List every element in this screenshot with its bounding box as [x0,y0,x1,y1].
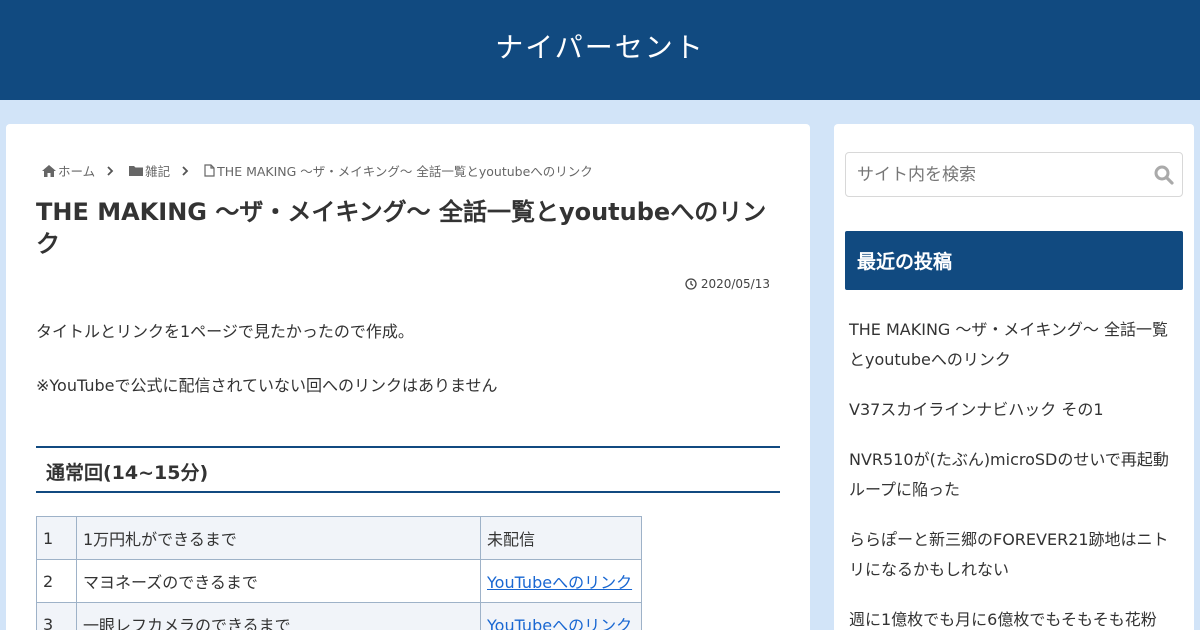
list-item: 週に1億枚でも月に6億枚でもそもそも花粉 [849,605,1183,630]
main-content: ホーム 雑記 THE MAKING 〜ザ・メイキング〜 全話一覧とyoutube… [6,124,810,630]
episode-title: 一眼レフカメラのできるまで [76,602,481,630]
table-row: 1 1万円札ができるまで 未配信 [36,516,642,560]
table-row: 2 マヨネーズのできるまで YouTubeへのリンク [36,559,642,603]
chevron-right-icon [107,165,116,176]
file-icon [204,164,215,177]
breadcrumb-current-label: THE MAKING 〜ザ・メイキング〜 全話一覧とyoutubeへのリンク [217,164,593,179]
sidebar: 最近の投稿 THE MAKING 〜ザ・メイキング〜 全話一覧とyoutubeへ… [834,124,1194,630]
list-item: NVR510が(たぶん)microSDのせいで再起動ループに陥った [849,445,1183,505]
recent-post-link[interactable]: V37スカイラインナビハック その1 [849,400,1104,419]
episode-title: 1万円札ができるまで [76,516,481,560]
clock-icon [685,278,697,290]
episode-table: 1 1万円札ができるまで 未配信 2 マヨネーズのできるまで YouTubeへの… [36,516,642,630]
folder-icon [129,166,144,176]
section-heading: 通常回(14~15分) [36,446,780,493]
episode-number: 3 [36,602,77,630]
article-title: THE MAKING 〜ザ・メイキング〜 全話一覧とyoutubeへのリンク [36,198,767,258]
search-icon[interactable] [1154,165,1174,189]
breadcrumb-home-label: ホーム [58,164,96,179]
site-header: ナイパーセント [0,0,1200,100]
breadcrumb: ホーム 雑記 THE MAKING 〜ザ・メイキング〜 全話一覧とyoutube… [42,161,593,180]
breadcrumb-current: THE MAKING 〜ザ・メイキング〜 全話一覧とyoutubeへのリンク [204,161,593,180]
table-row: 3 一眼レフカメラのできるまで YouTubeへのリンク [36,602,642,630]
recent-post-link[interactable]: THE MAKING 〜ザ・メイキング〜 全話一覧とyoutubeへのリンク [849,320,1168,369]
breadcrumb-home[interactable]: ホーム [42,161,95,180]
episode-status: 未配信 [480,516,642,560]
youtube-link[interactable]: YouTubeへのリンク [487,616,632,630]
home-icon [42,164,56,177]
recent-posts-title: 最近の投稿 [845,231,1183,290]
breadcrumb-category-label: 雑記 [145,164,171,179]
list-item: V37スカイラインナビハック その1 [849,395,1183,425]
recent-post-link[interactable]: 週に1億枚でも月に6億枚でもそもそも花粉 [849,610,1157,629]
list-item: THE MAKING 〜ザ・メイキング〜 全話一覧とyoutubeへのリンク [849,315,1183,375]
episode-number: 2 [36,559,77,603]
list-item: ららぽーと新三郷のFOREVER21跡地はニトリになるかもしれない [849,525,1183,585]
site-title[interactable]: ナイパーセント [0,26,1200,66]
intro-paragraph: タイトルとリンクを1ページで見たかったので作成。 [36,322,414,341]
search-box [845,152,1183,197]
breadcrumb-category[interactable]: 雑記 [129,161,170,180]
episode-number: 1 [36,516,77,560]
recent-posts-list: THE MAKING 〜ザ・メイキング〜 全話一覧とyoutubeへのリンク V… [849,315,1183,630]
post-date-text: 2020/05/13 [700,277,770,291]
youtube-link[interactable]: YouTubeへのリンク [487,573,632,592]
recent-post-link[interactable]: NVR510が(たぶん)microSDのせいで再起動ループに陥った [849,450,1169,499]
episode-title: マヨネーズのできるまで [76,559,481,603]
recent-post-link[interactable]: ららぽーと新三郷のFOREVER21跡地はニトリになるかもしれない [849,530,1169,579]
chevron-right-icon [182,165,191,176]
search-input[interactable] [857,163,1147,187]
post-date: 2020/05/13 [685,277,770,291]
note-paragraph: ※YouTubeで公式に配信されていない回へのリンクはありません [36,376,498,395]
